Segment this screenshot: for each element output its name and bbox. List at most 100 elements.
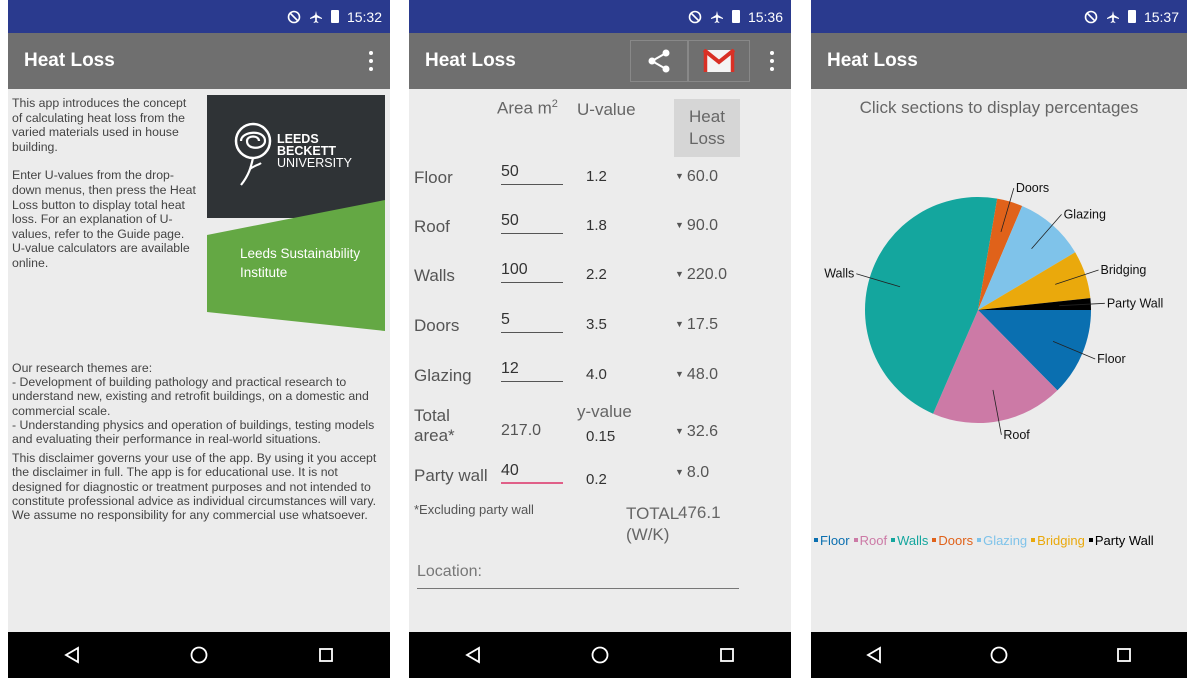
glazing-heat-loss[interactable]: ▼ 48.0: [675, 366, 718, 384]
gmail-button[interactable]: [688, 40, 750, 82]
roof-uvalue[interactable]: 1.8: [586, 217, 607, 234]
roof-heat-loss[interactable]: ▼ 90.0: [675, 217, 718, 235]
recents-icon[interactable]: [306, 635, 346, 675]
status-bar: 15:36: [409, 0, 791, 33]
share-button[interactable]: [630, 40, 688, 82]
glazing-area-input[interactable]: 12: [501, 360, 563, 382]
party-wall-uvalue[interactable]: 0.2: [586, 471, 607, 488]
app-bar: Heat Loss: [811, 33, 1187, 89]
status-bar: 15:37: [811, 0, 1187, 33]
bridging-heat-loss[interactable]: ▼ 32.6: [675, 423, 718, 441]
floor-heat-loss[interactable]: ▼ 60.0: [675, 168, 718, 186]
legend-item: Glazing: [977, 533, 1027, 548]
total-value: 476.1: [678, 503, 721, 522]
legend-swatch: [814, 538, 818, 542]
research-text: Our research themes are: - Development o…: [12, 361, 384, 529]
back-icon[interactable]: [854, 635, 894, 675]
walls-area-input[interactable]: 100: [501, 261, 563, 283]
doors-heat-loss[interactable]: ▼ 17.5: [675, 316, 718, 334]
dropdown-arrow-icon: ▼: [675, 171, 684, 181]
overflow-menu-icon[interactable]: [767, 48, 777, 74]
floor-area-input[interactable]: 50: [501, 163, 563, 185]
home-icon[interactable]: [179, 635, 219, 675]
pie-label: Floor: [1097, 352, 1125, 366]
overflow-menu-icon[interactable]: [366, 48, 376, 74]
research-heading: Our research themes are:: [12, 361, 153, 375]
back-icon[interactable]: [52, 635, 92, 675]
pie-label: Party Wall: [1107, 296, 1164, 310]
gmail-icon: [703, 49, 735, 72]
area-column-header: Area m2: [497, 98, 558, 118]
navigation-bar: [8, 632, 390, 678]
app-bar: Heat Loss: [409, 33, 791, 89]
y-value[interactable]: 0.15: [586, 428, 615, 445]
walls-uvalue[interactable]: 2.2: [586, 266, 607, 283]
airplane-mode-icon: [710, 10, 724, 24]
pie-label: Doors: [1016, 181, 1049, 195]
pie-label: Roof: [1003, 428, 1030, 442]
party-wall-heat-loss[interactable]: ▼ 8.0: [675, 464, 709, 482]
home-icon[interactable]: [580, 635, 620, 675]
floor-uvalue[interactable]: 1.2: [586, 168, 607, 185]
recents-icon[interactable]: [707, 635, 747, 675]
do-not-disturb-icon: [1084, 10, 1098, 24]
airplane-mode-icon: [309, 10, 323, 24]
legend-swatch: [1031, 538, 1036, 542]
airplane-mode-icon: [1106, 10, 1120, 24]
row-label-party-wall: Party wall: [414, 466, 488, 485]
battery-icon: [330, 10, 339, 23]
research-item: - Understanding physics and operation of…: [12, 417, 375, 447]
glazing-uvalue[interactable]: 4.0: [586, 366, 607, 383]
legend-item: Floor: [814, 533, 850, 548]
battery-icon: [1127, 10, 1136, 23]
do-not-disturb-icon: [688, 10, 702, 24]
dropdown-arrow-icon: ▼: [675, 220, 684, 230]
row-label-floor: Floor: [414, 168, 453, 187]
walls-heat-loss[interactable]: ▼ 220.0: [675, 266, 727, 284]
legend-label: Floor: [820, 533, 850, 548]
legend-item: Walls: [891, 533, 928, 548]
doors-area-input[interactable]: 5: [501, 311, 563, 333]
heat-loss-button-label: Heat: [689, 107, 725, 126]
sustainability-institute-logo: Leeds Sustainability Institute: [207, 200, 385, 331]
back-icon[interactable]: [453, 635, 493, 675]
navigation-bar: [409, 632, 791, 678]
row-label-doors: Doors: [414, 316, 460, 335]
row-label-roof: Roof: [414, 217, 450, 236]
legend-label: Walls: [897, 533, 929, 548]
legend-label: Roof: [859, 533, 888, 548]
legend-label: Party Wall: [1094, 533, 1154, 548]
uvalue-column-header: U-value: [577, 100, 636, 119]
pie-label: Glazing: [1064, 207, 1106, 221]
legend-label: Doors: [938, 533, 974, 548]
app-title: Heat Loss: [425, 50, 516, 71]
heat-loss-pie-chart[interactable]: Floor Roof Walls Doors Glazing Bridging Party …: [811, 160, 1187, 490]
legend-swatch: [853, 538, 858, 542]
recents-icon[interactable]: [1104, 635, 1144, 675]
app-title: Heat Loss: [827, 50, 918, 71]
legend-swatch: [891, 538, 896, 542]
clock: 15:32: [346, 8, 382, 25]
intro-paragraph: This app introduces the concept of calcu…: [12, 96, 187, 154]
legend-label: Glazing: [983, 533, 1028, 548]
navigation-bar: [811, 632, 1187, 678]
party-wall-area-input[interactable]: 40: [501, 462, 563, 484]
phone-screen-chart: 15:37 Heat Loss Click sections to displa…: [811, 0, 1187, 678]
legend-swatch: [1088, 538, 1093, 542]
heat-loss-button[interactable]: Heat Loss: [674, 99, 740, 157]
research-item: - Development of building pathology and …: [12, 375, 369, 418]
dropdown-arrow-icon: ▼: [675, 319, 684, 329]
location-input[interactable]: Location:: [417, 563, 739, 589]
intro-text: This app introduces the concept of calcu…: [12, 96, 198, 285]
clock: 15:37: [1143, 8, 1179, 25]
chart-instruction: Click sections to display percentages: [859, 98, 1139, 117]
phone-screen-calculator: 15:36 Heat Loss Area m2 U-value Heat Los…: [409, 0, 791, 678]
home-icon[interactable]: [979, 635, 1019, 675]
roof-area-input[interactable]: 50: [501, 212, 563, 234]
doors-uvalue[interactable]: 3.5: [586, 316, 607, 333]
dropdown-arrow-icon: ▼: [675, 467, 684, 477]
dropdown-arrow-icon: ▼: [675, 269, 684, 279]
clock: 15:36: [747, 8, 783, 25]
legend-item: Doors: [932, 533, 973, 548]
legend-item: Party Wall: [1088, 533, 1154, 548]
